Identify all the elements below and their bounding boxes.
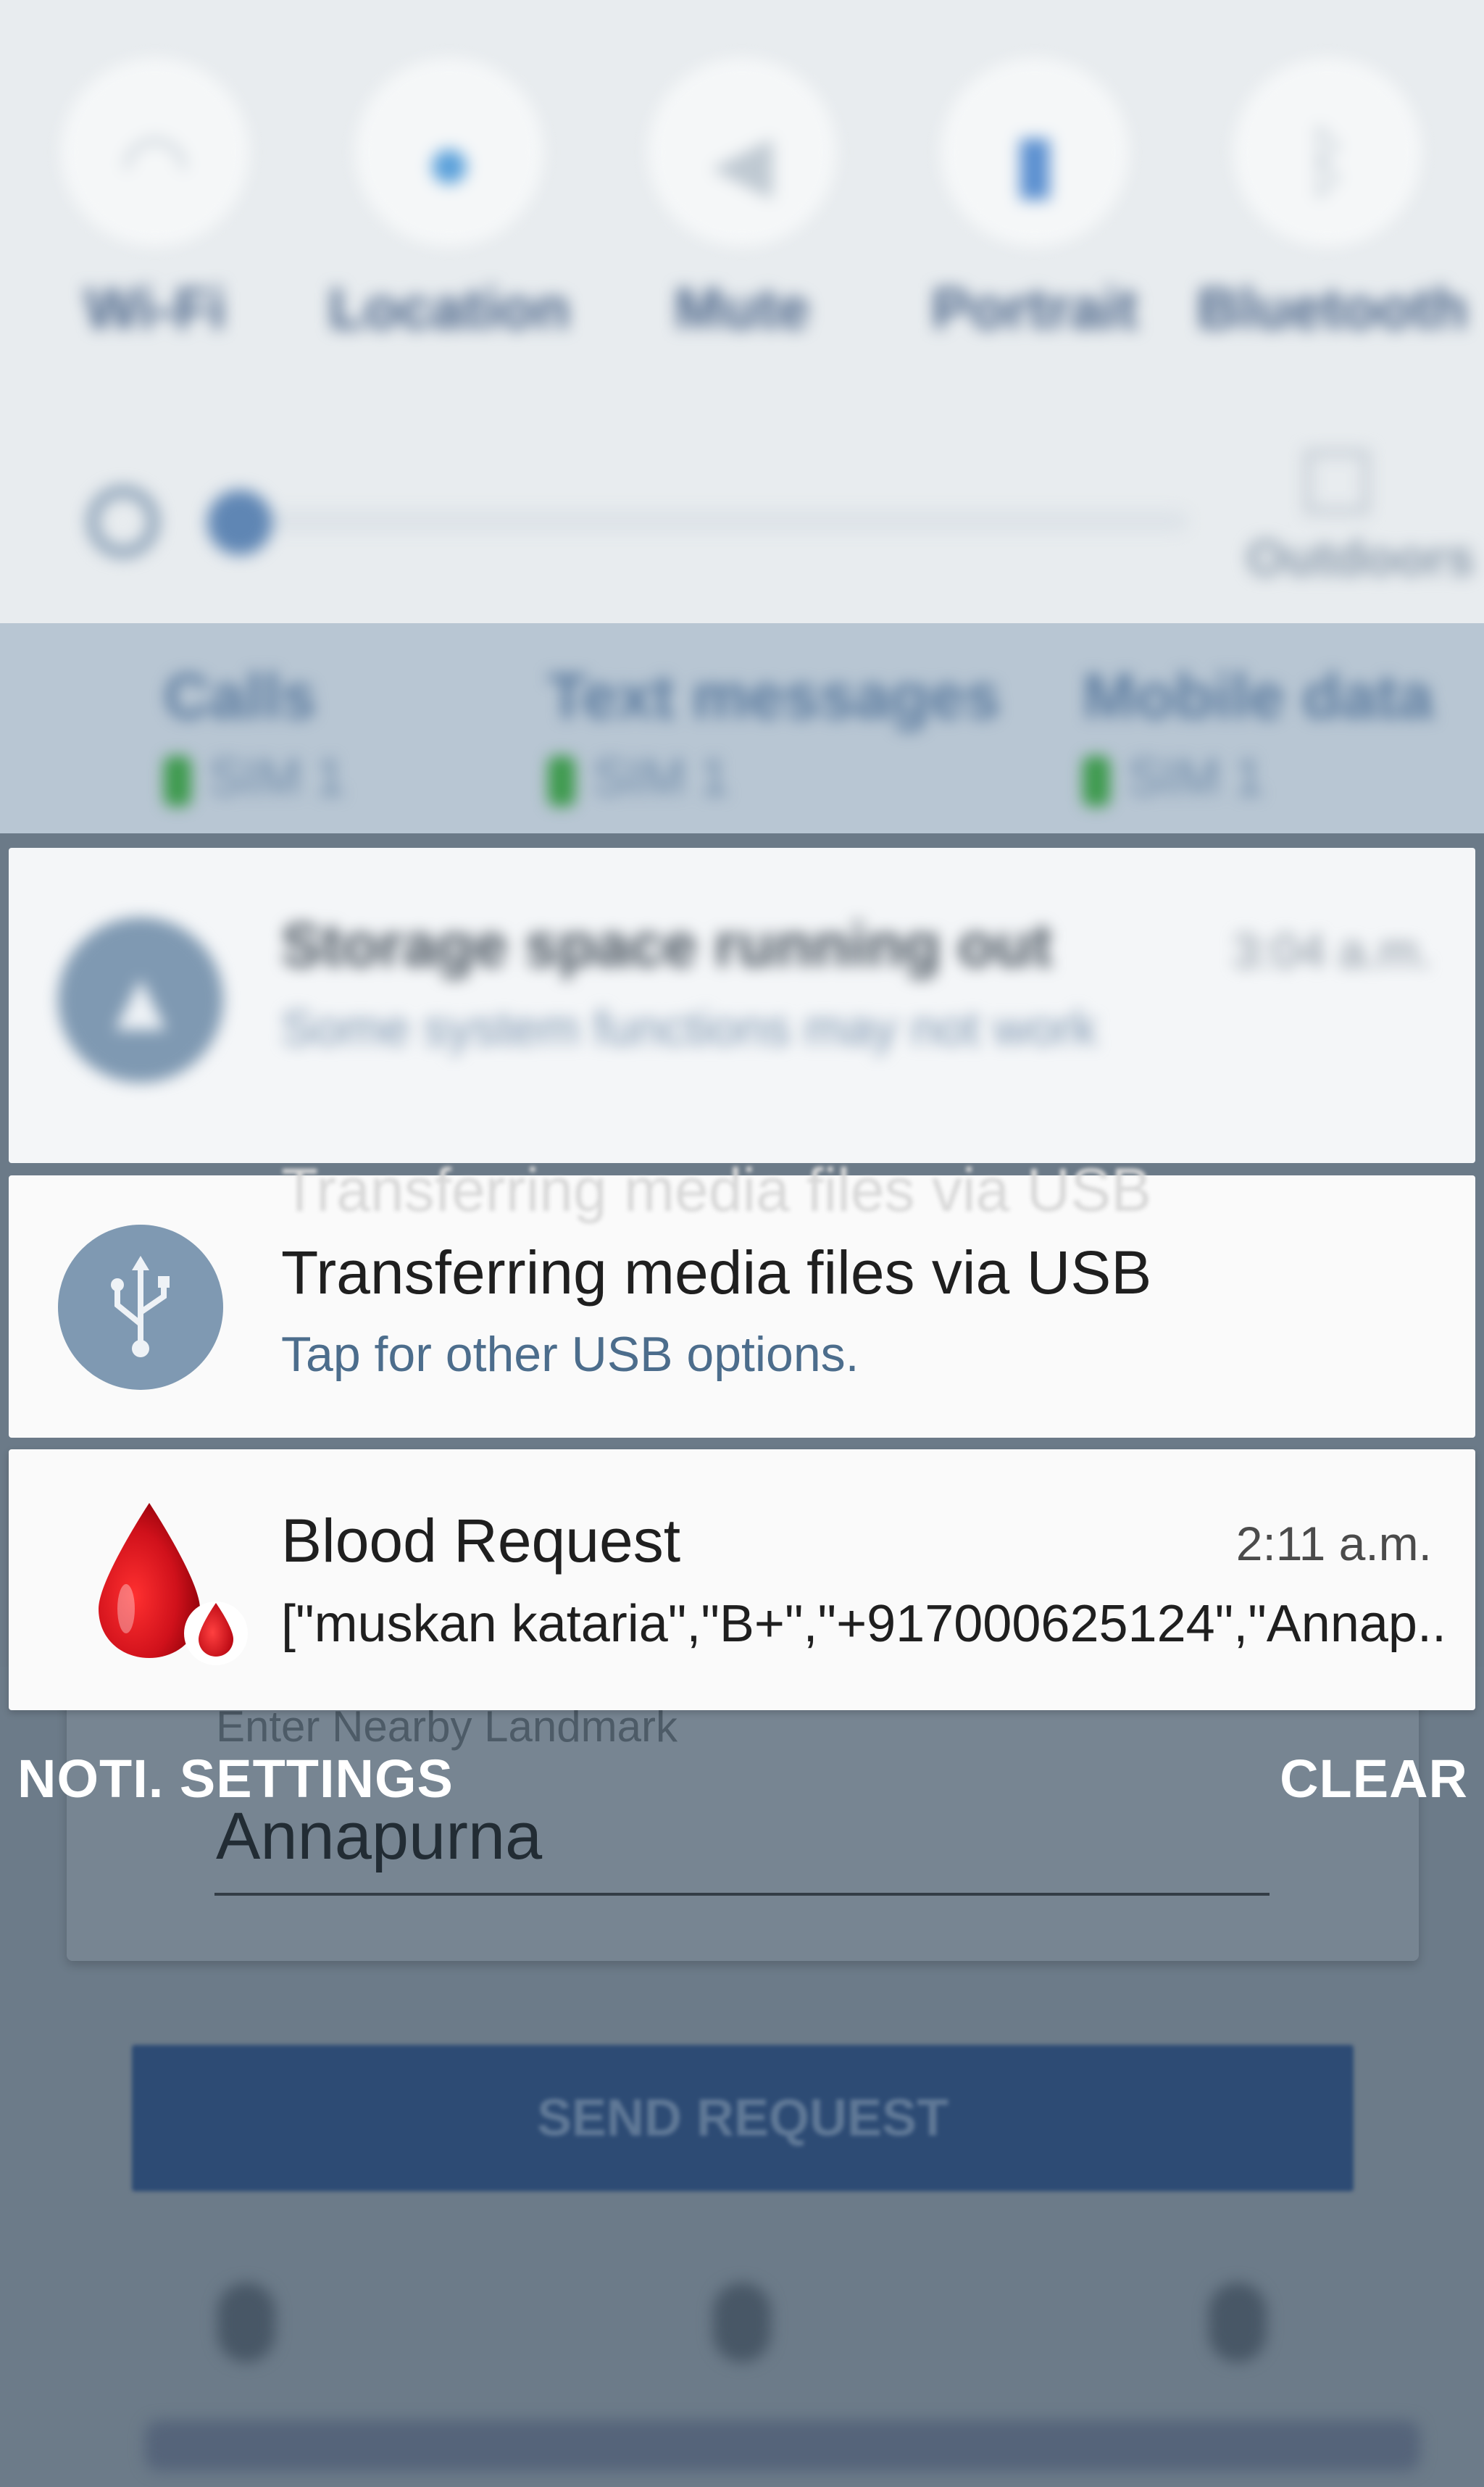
blood-title: Blood Request — [281, 1507, 681, 1575]
storage-time: 3:04 a.m. — [1232, 924, 1432, 978]
wifi-icon: ◠ — [120, 118, 190, 207]
mute-icon: ◀ — [711, 118, 773, 207]
notification-blood-request[interactable]: Blood Request 2:11 a.m. ["muskan kataria… — [9, 1449, 1475, 1710]
blood-drop-icon — [84, 1500, 258, 1674]
location-icon: ● — [425, 117, 474, 207]
sim-data[interactable]: Mobile data SIM 1 — [1083, 659, 1433, 807]
carrier-text — [145, 2420, 1420, 2471]
background-bottom-bar — [0, 2254, 1484, 2487]
landmark-underline — [214, 1893, 1270, 1896]
brightness-thumb[interactable] — [207, 490, 272, 555]
brightness-row: Outdoors — [0, 435, 1484, 609]
storage-icon: ▲ — [58, 917, 223, 1083]
usb-icon — [58, 1225, 223, 1390]
blood-time: 2:11 a.m. — [1235, 1517, 1432, 1570]
outdoors-checkbox[interactable] — [1304, 449, 1370, 515]
noti-settings-button[interactable]: NOTI. SETTINGS — [17, 1748, 454, 1809]
landmark-value: Annapurna — [216, 1799, 543, 1873]
clear-button[interactable]: CLEAR — [1280, 1748, 1468, 1809]
sim-preferences-bar: Calls SIM 1 Text messages SIM 1 Mobile d… — [0, 623, 1484, 833]
brightness-slider[interactable] — [217, 510, 1188, 532]
outdoors-label: Outdoors — [1246, 530, 1475, 586]
usb-title: Transferring media files via USB — [281, 1238, 1152, 1307]
sim-card-icon — [548, 755, 575, 807]
quick-settings-row: ◠ Wi-Fi ● Location ◀ Mute ▮ Portrait ᛒ B… — [0, 58, 1484, 362]
bluetooth-icon: ᛒ — [1304, 117, 1351, 207]
info-icon — [1209, 2283, 1267, 2362]
brightness-icon — [87, 486, 159, 558]
home-icon — [713, 2283, 771, 2362]
notification-storage[interactable]: ▲ Storage space running out Some system … — [9, 848, 1475, 1163]
sim-card-icon — [164, 755, 191, 807]
blood-text: ["muskan kataria","B+","+917000625124","… — [281, 1595, 1446, 1653]
send-request-button: SEND REQUEST — [132, 2045, 1354, 2191]
usb-text: Tap for other USB options. — [281, 1327, 859, 1382]
sim-texts[interactable]: Text messages SIM 1 — [548, 659, 1001, 807]
sim-calls[interactable]: Calls SIM 1 — [164, 659, 345, 807]
storage-title: Storage space running out — [281, 911, 1053, 979]
notification-usb[interactable]: Transferring media files via USB Transfe… — [9, 1156, 1475, 1438]
sim-card-icon — [1083, 755, 1110, 807]
storage-text: Some system functions may not work — [281, 1001, 1098, 1056]
portrait-icon: ▮ — [1012, 118, 1057, 207]
map-pin-icon — [217, 2283, 275, 2362]
